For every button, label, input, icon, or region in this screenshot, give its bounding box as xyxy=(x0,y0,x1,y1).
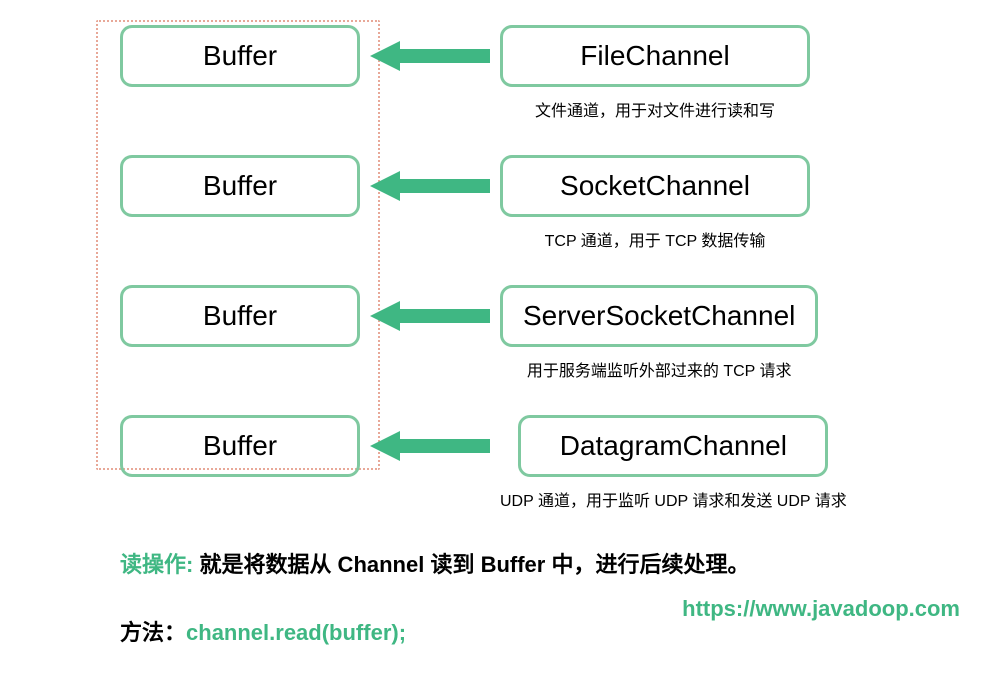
diagram-row: Buffer ServerSocketChannel 用于服务端监听外部过来的 … xyxy=(40,285,960,381)
read-op-label: 读操作: xyxy=(120,552,193,577)
channel-desc: 文件通道，用于对文件进行读和写 xyxy=(535,97,775,121)
channel-box-datagram: DatagramChannel xyxy=(518,415,828,477)
channel-desc: 用于服务端监听外部过来的 TCP 请求 xyxy=(527,357,792,381)
diagram-row: Buffer SocketChannel TCP 通道，用于 TCP 数据传输 xyxy=(40,155,960,251)
channel-box-socket: SocketChannel xyxy=(500,155,810,217)
arrow-left-icon xyxy=(370,155,490,217)
arrow-left-icon xyxy=(370,285,490,347)
method-code: channel.read(buffer); xyxy=(186,620,406,645)
arrow-left-icon xyxy=(370,415,490,477)
channel-group: FileChannel 文件通道，用于对文件进行读和写 xyxy=(500,25,810,121)
channel-group: DatagramChannel UDP 通道，用于监听 UDP 请求和发送 UD… xyxy=(500,415,847,511)
channel-box-serversocket: ServerSocketChannel xyxy=(500,285,818,347)
diagram-row: Buffer DatagramChannel UDP 通道，用于监听 UDP 请… xyxy=(40,415,960,511)
read-op-text: 就是将数据从 Channel 读到 Buffer 中，进行后续处理。 xyxy=(193,552,749,577)
diagram-container: Buffer FileChannel 文件通道，用于对文件进行读和写 Buffe… xyxy=(0,0,1000,677)
arrow-left-icon xyxy=(370,25,490,87)
buffer-box: Buffer xyxy=(120,25,360,87)
read-operation-line: 读操作: 就是将数据从 Channel 读到 Buffer 中，进行后续处理。 xyxy=(120,545,960,585)
method-label: 方法： xyxy=(120,620,186,645)
channel-box-file: FileChannel xyxy=(500,25,810,87)
channel-desc: TCP 通道，用于 TCP 数据传输 xyxy=(545,227,766,251)
buffer-box: Buffer xyxy=(120,155,360,217)
channel-desc: UDP 通道，用于监听 UDP 请求和发送 UDP 请求 xyxy=(500,487,847,511)
buffer-box: Buffer xyxy=(120,285,360,347)
channel-group: ServerSocketChannel 用于服务端监听外部过来的 TCP 请求 xyxy=(500,285,818,381)
channel-group: SocketChannel TCP 通道，用于 TCP 数据传输 xyxy=(500,155,810,251)
diagram-row: Buffer FileChannel 文件通道，用于对文件进行读和写 xyxy=(40,25,960,121)
buffer-box: Buffer xyxy=(120,415,360,477)
source-url: https://www.javadoop.com xyxy=(682,596,960,622)
